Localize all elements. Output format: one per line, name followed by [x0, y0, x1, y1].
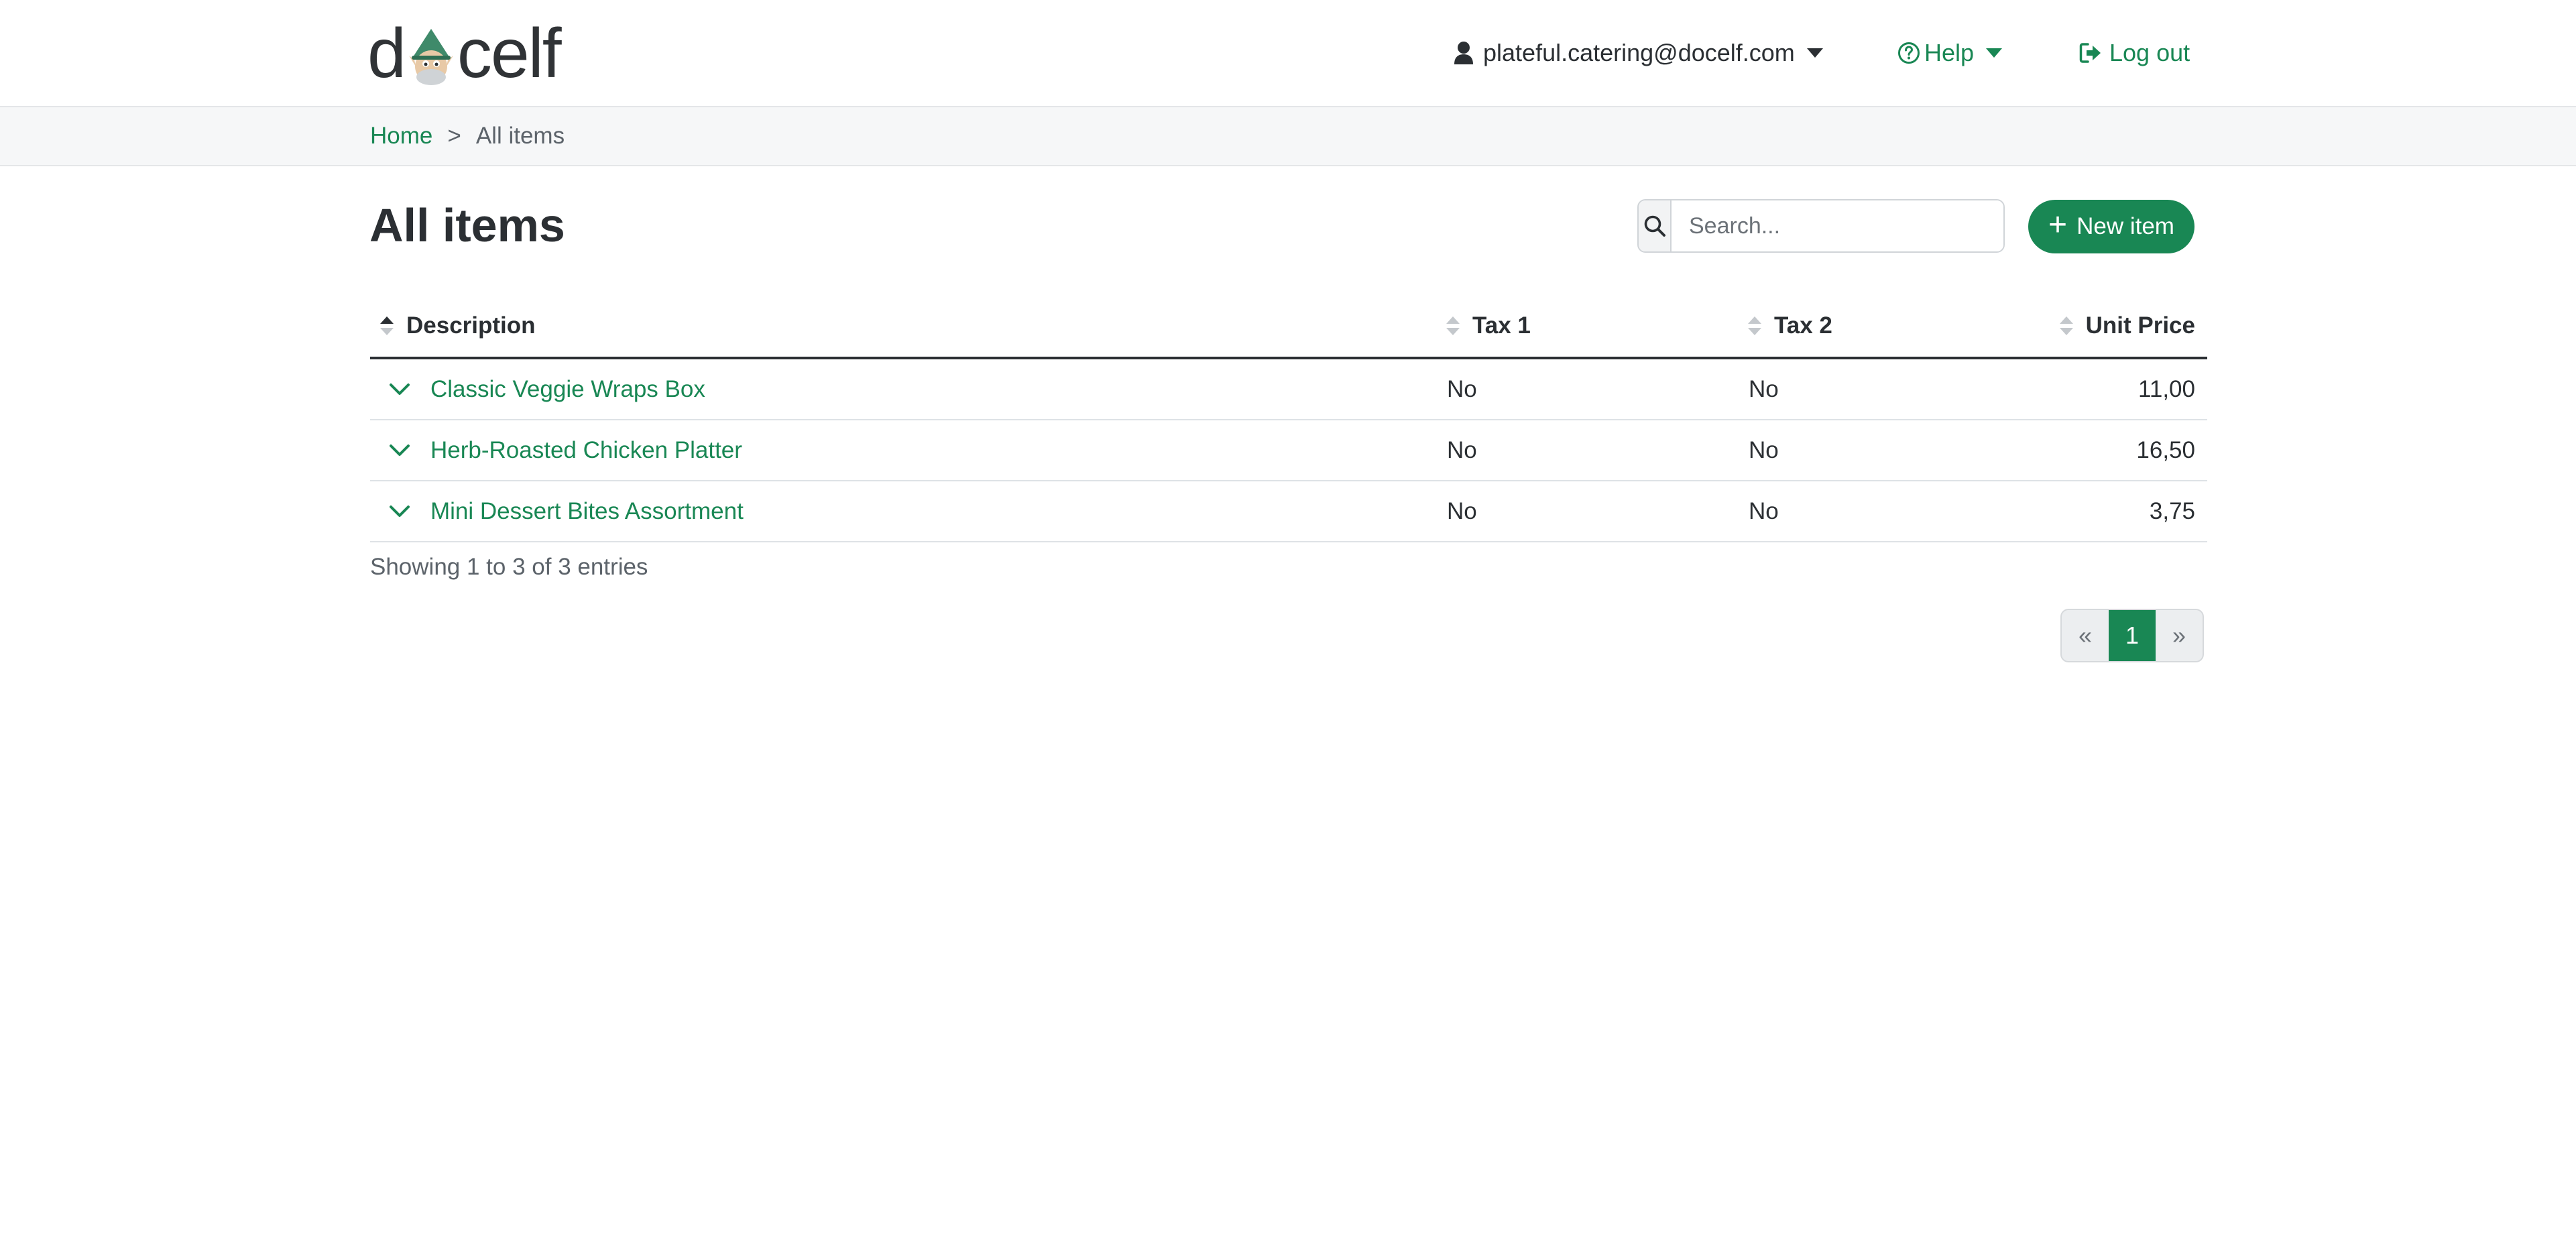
- table-header: Description Tax 1 Tax 2 Unit Price: [370, 295, 2207, 359]
- tax2-cell: No: [1749, 375, 1779, 402]
- logout-link[interactable]: Log out: [2079, 0, 2190, 106]
- chevron-down-icon: [390, 383, 410, 395]
- column-label: Tax 1: [1472, 312, 1531, 339]
- column-label: Tax 2: [1774, 312, 1832, 339]
- new-item-button[interactable]: + New item: [2028, 200, 2194, 253]
- user-menu-dropdown[interactable]: plateful.catering@docelf.com: [1454, 0, 1823, 106]
- item-description-link[interactable]: Classic Veggie Wraps Box: [430, 376, 705, 403]
- column-header-tax1[interactable]: Tax 1: [1446, 295, 1531, 357]
- plus-icon: +: [2048, 207, 2068, 243]
- help-label: Help: [1924, 39, 1975, 66]
- items-table: Description Tax 1 Tax 2 Unit Price Class…: [370, 295, 2207, 542]
- pagination-next-button[interactable]: »: [2156, 610, 2203, 661]
- question-circle-icon: [1898, 42, 1920, 64]
- search-box: [1637, 199, 2005, 253]
- user-email: plateful.catering@docelf.com: [1483, 39, 1795, 66]
- tax2-cell: No: [1749, 436, 1779, 463]
- table-row: Classic Veggie Wraps Box No No 11,00: [370, 359, 2207, 420]
- docelf-logo[interactable]: d celf: [367, 15, 562, 93]
- logo-text-start: d: [367, 15, 406, 93]
- tax1-cell: No: [1447, 375, 1477, 402]
- logout-label: Log out: [2109, 39, 2190, 66]
- pagination-page-button[interactable]: 1: [2109, 610, 2156, 661]
- caret-down-icon: [1806, 48, 1823, 58]
- breadcrumb-current: All items: [475, 123, 565, 149]
- item-description-link[interactable]: Herb-Roasted Chicken Platter: [430, 437, 742, 464]
- logout-icon: [2079, 43, 2101, 63]
- table-row: Herb-Roasted Chicken Platter No No 16,50: [370, 420, 2207, 481]
- elf-mascot-icon: [408, 29, 453, 85]
- user-icon: [1454, 42, 1473, 64]
- tax1-cell: No: [1447, 497, 1477, 524]
- caret-down-icon: [1986, 48, 2003, 58]
- unit-price-cell: 16,50: [2136, 436, 2195, 463]
- page-title: All items: [369, 199, 565, 251]
- item-description-link[interactable]: Mini Dessert Bites Assortment: [430, 498, 744, 525]
- help-menu-dropdown[interactable]: Help: [1897, 0, 2003, 106]
- search-icon: [1644, 215, 1665, 237]
- chevron-down-icon: [390, 444, 410, 456]
- unit-price-cell: 11,00: [2138, 375, 2195, 402]
- breadcrumb-separator: >: [447, 123, 461, 149]
- column-header-description[interactable]: Description: [379, 295, 536, 357]
- column-header-unit-price[interactable]: Unit Price: [2059, 295, 2195, 357]
- row-expand-toggle[interactable]: Mini Dessert Bites Assortment: [370, 481, 744, 541]
- table-row: Mini Dessert Bites Assortment No No 3,75: [370, 481, 2207, 542]
- new-item-label: New item: [2076, 213, 2174, 239]
- row-expand-toggle[interactable]: Herb-Roasted Chicken Platter: [370, 420, 742, 480]
- chevron-down-icon: [390, 505, 410, 517]
- search-input[interactable]: [1672, 200, 2003, 251]
- table-info-text: Showing 1 to 3 of 3 entries: [370, 554, 648, 580]
- column-label: Description: [406, 312, 536, 339]
- sort-ascending-icon: [380, 316, 394, 335]
- pagination-previous-button[interactable]: «: [2062, 610, 2109, 661]
- pagination: « 1 »: [2060, 609, 2204, 662]
- search-button[interactable]: [1639, 200, 1672, 251]
- sort-icon: [2059, 316, 2073, 335]
- breadcrumb-home-link[interactable]: Home: [370, 123, 432, 150]
- sort-icon: [1446, 316, 1460, 335]
- column-label: Unit Price: [2085, 312, 2195, 339]
- unit-price-cell: 3,75: [2149, 497, 2195, 524]
- breadcrumb: Home > All items: [370, 107, 565, 165]
- column-header-tax2[interactable]: Tax 2: [1747, 295, 1832, 357]
- logo-text-end: celf: [457, 15, 562, 93]
- sort-icon: [1748, 316, 1761, 335]
- tax2-cell: No: [1749, 497, 1779, 524]
- row-expand-toggle[interactable]: Classic Veggie Wraps Box: [370, 359, 705, 419]
- tax1-cell: No: [1447, 436, 1477, 463]
